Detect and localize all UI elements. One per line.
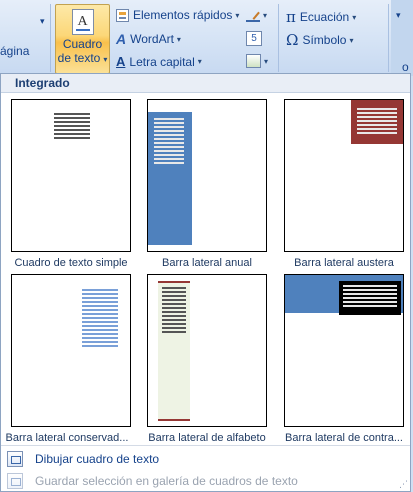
quick-parts-label: Elementos rápidos (133, 8, 233, 22)
gallery-item-simple[interactable]: Cuadro de texto simple (11, 99, 147, 271)
text-lines (82, 289, 118, 349)
gallery-item-alphabet[interactable]: Barra lateral de alfabeto (147, 274, 283, 446)
gallery-footer: Dibujar cuadro de texto Guardar selecció… (1, 445, 410, 491)
drop-cap-label: Letra capital (129, 54, 195, 69)
group-separator (388, 4, 389, 72)
gallery-item-label: Cuadro de texto simple (14, 257, 128, 269)
quick-parts-button[interactable]: Elementos rápidos ▾ (116, 8, 239, 22)
symbol-button[interactable]: Ω Símbolo ▾ (286, 31, 353, 49)
text-box-icon: A (71, 9, 94, 35)
wordart-icon: A (116, 31, 127, 47)
ribbon: ágina ▾ A Cuadro de texto ▾ Elementos ráp… (0, 0, 413, 76)
draw-text-box-label: Dibujar cuadro de texto (35, 452, 160, 466)
thumbnail-annual (147, 99, 267, 252)
gallery-section-header: Integrado (1, 74, 410, 93)
wordart-label: WordArt (130, 32, 174, 46)
partial-right-label: o (402, 60, 409, 74)
omega-icon: Ω (286, 31, 299, 49)
draw-text-box-icon (7, 451, 23, 467)
wordart-button[interactable]: A WordArt ▾ (116, 31, 181, 47)
drop-cap-icon: A (116, 54, 126, 69)
gallery-item-contrast[interactable]: Barra lateral de contra... (284, 274, 413, 446)
thumbnail-alphabet (147, 274, 267, 427)
gallery-item-label: Barra lateral de contra... (284, 432, 403, 444)
text-box-gallery-dropdown: Integrado Cuadro de texto simple Barra l… (0, 73, 411, 492)
text-box-button[interactable]: A Cuadro de texto ▾ (55, 4, 110, 74)
text-box-gallery: Cuadro de texto simple Barra lateral anu… (1, 94, 413, 444)
dropdown-caret-left[interactable]: ▾ (40, 16, 45, 27)
gallery-item-label: Barra lateral de alfabeto (148, 432, 266, 444)
sidebar-bar (158, 281, 190, 421)
gallery-item-austere[interactable]: Barra lateral austera (284, 99, 413, 271)
text-box-label-line2: de texto ▾ (57, 51, 108, 65)
equation-label: Ecuación (299, 10, 350, 24)
thumbnail-contrast (284, 274, 404, 427)
object-icon (246, 54, 261, 68)
gallery-item-label: Barra lateral anual (162, 257, 252, 269)
resize-grip-icon[interactable]: ⋰ (399, 479, 408, 490)
page-label-partial[interactable]: ágina (0, 44, 29, 58)
draw-text-box-menu-item[interactable]: Dibujar cuadro de texto (1, 448, 410, 470)
gallery-item-label: Barra lateral conservad... (5, 432, 129, 444)
text-box-label-line1: Cuadro (62, 37, 103, 51)
contrast-block (339, 281, 401, 315)
signature-line-icon (246, 7, 260, 22)
drop-cap-button[interactable]: A Letra capital ▾ (116, 54, 202, 69)
save-selection-label: Guardar selección en galería de cuadros … (35, 474, 298, 488)
date-time-button[interactable]: 5 (246, 31, 262, 46)
gallery-item-label: Barra lateral austera (294, 257, 394, 269)
save-selection-menu-item[interactable]: Guardar selección en galería de cuadros … (1, 470, 410, 492)
save-selection-icon (7, 473, 23, 489)
thumbnail-austere (284, 99, 404, 252)
calendar-icon: 5 (246, 31, 262, 46)
sidebar-bar (148, 112, 192, 245)
signature-line-button[interactable]: ▾ (246, 7, 267, 22)
insert-object-button[interactable]: ▾ (246, 54, 268, 68)
text-lines (54, 113, 90, 141)
sidebar-block (351, 100, 403, 144)
group-separator (50, 4, 51, 72)
quick-parts-icon (116, 8, 129, 22)
gallery-item-conservative[interactable]: Barra lateral conservad... (6, 274, 147, 446)
thumbnail-conservative (11, 274, 131, 427)
pi-icon: π (286, 8, 296, 26)
dropdown-caret-right[interactable]: ▾ (396, 10, 401, 21)
group-separator (278, 4, 279, 72)
gallery-item-annual[interactable]: Barra lateral anual (147, 99, 283, 271)
equation-button[interactable]: π Ecuación ▾ (286, 8, 356, 26)
thumbnail-simple (11, 99, 131, 252)
symbol-label: Símbolo (302, 33, 347, 47)
